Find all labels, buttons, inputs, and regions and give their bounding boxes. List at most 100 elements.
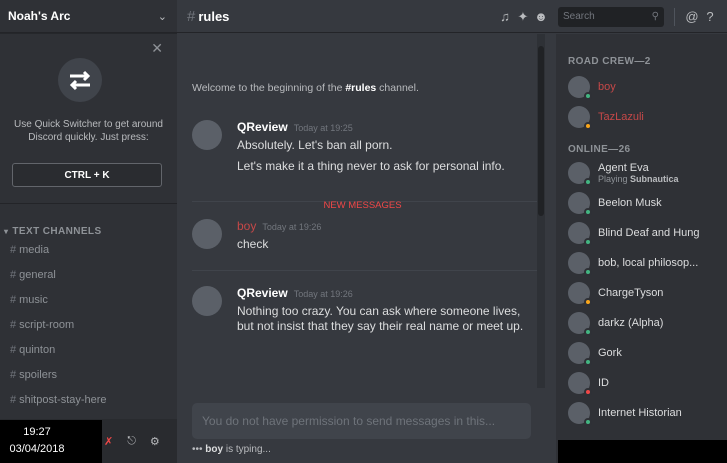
member-activity: Playing Subnautica (598, 174, 679, 184)
quick-switcher-icon (58, 58, 102, 102)
avatar (568, 312, 592, 336)
pin-icon[interactable]: ✦ (514, 9, 532, 25)
avatar[interactable] (192, 120, 222, 150)
search-icon: ⚲ (651, 11, 659, 22)
status-idle-icon (584, 298, 592, 306)
member-item[interactable]: Gork (556, 338, 727, 368)
channel-media[interactable]: # media (0, 237, 177, 262)
channel-general[interactable]: # general (0, 262, 177, 287)
typing-suffix: is typing... (223, 444, 271, 455)
status-online-icon (584, 208, 592, 216)
search-input[interactable]: Search ⚲ (558, 6, 664, 27)
avatar (568, 282, 592, 306)
message-input[interactable]: You do not have permission to send messa… (192, 403, 531, 439)
clock-date: 03/04/2018 (9, 443, 65, 455)
status-online-icon (584, 268, 592, 276)
scrollbar-thumb[interactable] (538, 46, 544, 216)
avatar (568, 76, 592, 100)
discord-window: Noah's Arc ⌄ ✕ Use Quick Switcher to get… (0, 0, 727, 463)
close-icon[interactable]: ✕ (151, 40, 163, 57)
member-item[interactable]: boy (556, 72, 727, 102)
server-name: Noah's Arc (8, 9, 71, 23)
channel-title: # rules (187, 8, 229, 25)
quick-switcher-text: Use Quick Switcher to get around Discord… (14, 119, 163, 143)
channel-header: # rules ♫ ✦ ☻ Search ⚲ @ ? (177, 0, 727, 33)
avatar[interactable] (192, 286, 222, 316)
taskbar-clock: 19:27 03/04/2018 (0, 420, 74, 463)
member-item[interactable]: ChargeTyson (556, 278, 727, 308)
message-author[interactable]: boy (237, 219, 256, 233)
message-text: Absolutely. Let's ban all porn. (237, 138, 393, 152)
activity-game: Subnautica (630, 174, 679, 184)
avatar (568, 222, 592, 246)
mention-icon[interactable]: @ (683, 9, 701, 24)
avatar (568, 192, 592, 216)
member-name: Gork (598, 347, 622, 359)
welcome-suffix: channel. (376, 82, 419, 94)
channel-music[interactable]: # music (0, 287, 177, 312)
hash-icon: # (10, 243, 17, 256)
message-text: Nothing too crazy. You can ask where som… (237, 304, 524, 333)
member-name: Blind Deaf and Hung (598, 227, 700, 239)
typing-indicator: ••• boy is typing... (192, 444, 271, 455)
avatar[interactable] (192, 219, 222, 249)
status-online-icon (584, 238, 592, 246)
member-item[interactable]: darkz (Alpha) (556, 308, 727, 338)
avatar (568, 252, 592, 276)
member-item[interactable]: Agent Eva Playing Subnautica (556, 158, 727, 188)
hash-icon: # (10, 393, 17, 406)
status-online-icon (584, 418, 592, 426)
avatar (568, 402, 592, 426)
channel-category[interactable]: ▾ TEXT CHANNELS (0, 210, 177, 237)
help-icon[interactable]: ? (701, 9, 719, 24)
member-name: boy (598, 81, 616, 93)
new-messages-label: NEW MESSAGES (323, 200, 402, 211)
scrollbar[interactable] (537, 34, 545, 388)
bell-icon[interactable]: ♫ (496, 9, 514, 24)
member-item[interactable]: Beelon Musk (556, 188, 727, 218)
message-timestamp: Today at 19:26 (262, 222, 322, 232)
search-placeholder: Search (563, 11, 595, 22)
chevron-down-icon[interactable]: ⌄ (158, 10, 167, 23)
chevron-down-icon: ▾ (4, 227, 9, 236)
channel-script-room[interactable]: # script-room (0, 312, 177, 337)
member-item[interactable]: Internet Historian (556, 398, 727, 428)
welcome-channel: #rules (345, 82, 377, 94)
gear-icon[interactable]: ⚙ (150, 435, 160, 448)
member-item[interactable]: Blind Deaf and Hung (556, 218, 727, 248)
channel-label: media (19, 243, 50, 256)
member-name: darkz (Alpha) (598, 317, 664, 329)
headphones-icon[interactable]: ⎋ (127, 435, 136, 448)
status-online-icon (584, 328, 592, 336)
message-author[interactable]: QReview (237, 120, 288, 134)
member-name: Agent Eva (598, 162, 649, 174)
message-list: Welcome to the beginning of the #rules c… (177, 34, 548, 388)
message-text: check (237, 237, 269, 251)
user-panel-controls: ✗ ⎋ ⚙ (102, 420, 160, 463)
status-online-icon (584, 358, 592, 366)
microphone-muted-icon[interactable]: ✗ (104, 435, 113, 448)
member-item[interactable]: bob, local philosop... (556, 248, 727, 278)
member-item[interactable]: ID (556, 368, 727, 398)
message-author[interactable]: QReview (237, 286, 288, 300)
channel-spoilers[interactable]: # spoilers (0, 362, 177, 387)
avatar (568, 162, 592, 186)
typing-user: boy (205, 444, 224, 455)
typing-dots-icon: ••• (192, 444, 206, 455)
status-idle-icon (584, 122, 592, 130)
channel-list: ▾ TEXT CHANNELS # media # general # music #… (0, 210, 177, 412)
server-header[interactable]: Noah's Arc ⌄ (0, 0, 177, 33)
channel-quinton[interactable]: # quinton (0, 337, 177, 362)
channel-shitpost-stay-here[interactable]: # shitpost-stay-here (0, 387, 177, 412)
category-label: TEXT CHANNELS (12, 226, 102, 237)
header-toolbar: ♫ ✦ ☻ Search ⚲ @ ? (496, 0, 727, 33)
member-category: ONLINE—26 (568, 144, 631, 155)
black-overlay (74, 420, 102, 463)
channel-label: script-room (19, 318, 75, 331)
members-icon[interactable]: ☻ (532, 9, 550, 24)
message-timestamp: Today at 19:25 (293, 123, 353, 133)
status-dnd-icon (584, 388, 592, 396)
avatar (568, 106, 592, 130)
divider (674, 7, 675, 26)
member-item[interactable]: TazLazuli (556, 102, 727, 132)
